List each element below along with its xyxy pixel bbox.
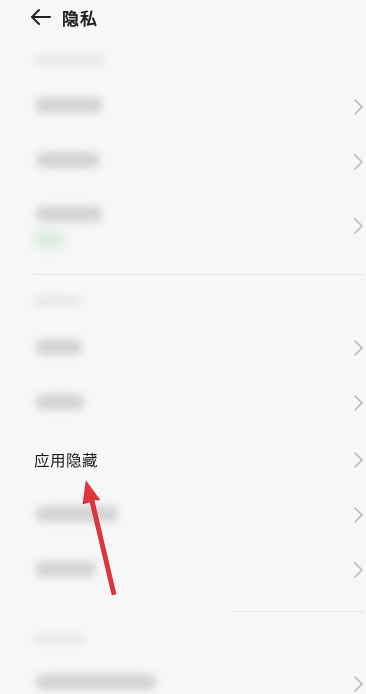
- chevron-right-icon: [354, 99, 363, 115]
- chevron-right-icon: [354, 340, 363, 356]
- settings-row-blurred[interactable]: [0, 664, 366, 694]
- app-hide-label: 应用隐藏: [34, 452, 99, 470]
- top-app-bar: 隐私: [0, 0, 366, 36]
- chevron-right-icon: [354, 395, 363, 411]
- row-label-blurred: [36, 561, 96, 577]
- section-header-blurred: [34, 55, 104, 65]
- settings-row-blurred[interactable]: [0, 544, 366, 596]
- arrow-left-icon[interactable]: [30, 8, 52, 26]
- settings-row-blurred[interactable]: [0, 489, 366, 541]
- row-label-blurred: [36, 206, 102, 222]
- settings-row-blurred[interactable]: [0, 377, 366, 429]
- privacy-settings-screen: 隐私 应用隐藏: [0, 0, 366, 694]
- row-label-blurred: [36, 674, 156, 690]
- section-header-blurred: [34, 296, 82, 306]
- settings-row-blurred[interactable]: [0, 82, 366, 132]
- chevron-right-icon: [354, 562, 363, 578]
- row-label-blurred: [36, 506, 118, 522]
- settings-row-blurred[interactable]: [0, 322, 366, 374]
- chevron-right-icon: [354, 218, 363, 234]
- settings-row-blurred[interactable]: [0, 137, 366, 187]
- app-hide-row[interactable]: 应用隐藏: [0, 433, 366, 485]
- row-label-blurred: [36, 152, 100, 168]
- row-label-blurred: [36, 339, 82, 355]
- chevron-right-icon: [354, 154, 363, 170]
- section-divider: [232, 611, 364, 612]
- row-sublabel-blurred: [34, 230, 64, 248]
- row-label-blurred: [36, 394, 84, 410]
- section-header-blurred: [34, 634, 84, 644]
- chevron-right-icon: [354, 507, 363, 523]
- chevron-right-icon: [354, 676, 363, 692]
- row-label-blurred: [36, 97, 102, 113]
- chevron-right-icon: [354, 452, 363, 468]
- section-divider: [34, 274, 364, 275]
- page-title: 隐私: [62, 10, 98, 30]
- settings-row-blurred[interactable]: [0, 192, 366, 262]
